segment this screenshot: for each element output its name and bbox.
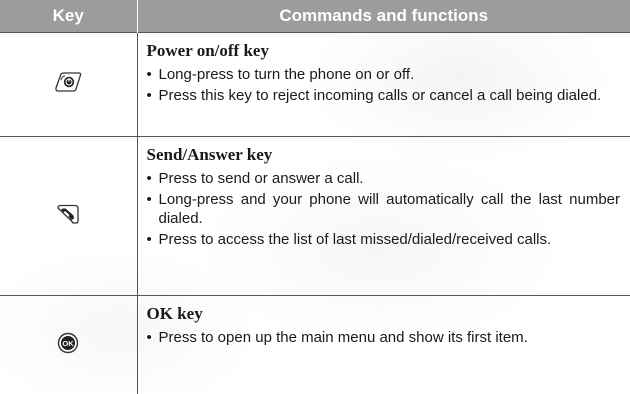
command-cell: OK key Press to open up the main menu an… bbox=[137, 296, 630, 394]
function-item: Press to send or answer a call. bbox=[147, 169, 621, 188]
table-row-ok-key: OK OK key Press to open up the main menu… bbox=[0, 296, 630, 394]
function-item: Long-press to turn the phone on or off. bbox=[147, 65, 621, 84]
function-item: Press to open up the main menu and show … bbox=[147, 328, 621, 347]
key-cell bbox=[0, 33, 137, 137]
header-commands: Commands and functions bbox=[137, 0, 630, 33]
function-item: Long-press and your phone will automatic… bbox=[147, 190, 621, 228]
ok-key-icon: OK bbox=[57, 332, 79, 354]
function-item: Press to access the list of last missed/… bbox=[147, 230, 621, 249]
header-key: Key bbox=[0, 0, 137, 33]
table-row-send-key: Send/Answer key Press to send or answer … bbox=[0, 137, 630, 296]
key-function-table: Key Commands and functions bbox=[0, 0, 630, 394]
send-answer-key-icon bbox=[54, 203, 82, 225]
key-title: Power on/off key bbox=[147, 41, 621, 61]
key-title: OK key bbox=[147, 304, 621, 324]
command-cell: Power on/off key Long-press to turn the … bbox=[137, 33, 630, 137]
svg-text:OK: OK bbox=[63, 339, 75, 348]
key-cell bbox=[0, 137, 137, 296]
table-row-power-key: Power on/off key Long-press to turn the … bbox=[0, 33, 630, 137]
key-title: Send/Answer key bbox=[147, 145, 621, 165]
command-cell: Send/Answer key Press to send or answer … bbox=[137, 137, 630, 296]
page: Key Commands and functions bbox=[0, 0, 630, 393]
function-item: Press this key to reject incoming calls … bbox=[147, 86, 621, 105]
table-header-row: Key Commands and functions bbox=[0, 0, 630, 33]
power-end-key-icon bbox=[53, 71, 83, 93]
key-cell: OK bbox=[0, 296, 137, 394]
